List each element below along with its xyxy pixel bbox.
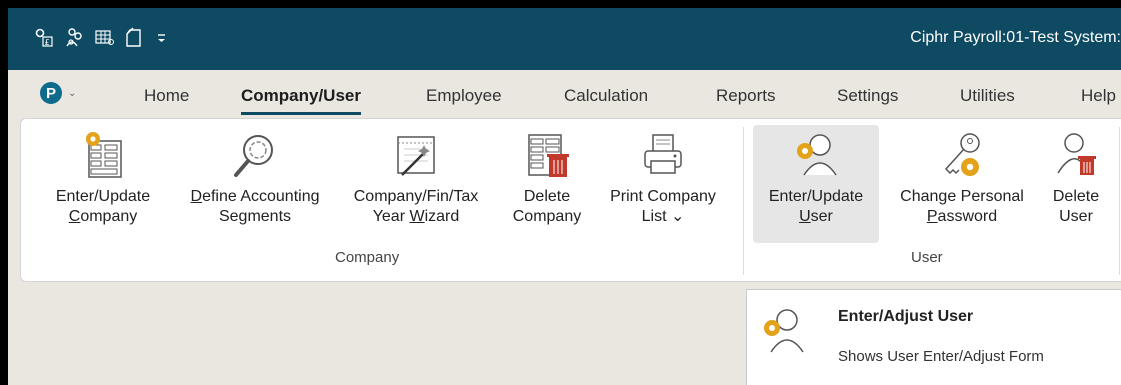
- payroll-settings-icon[interactable]: £: [34, 26, 54, 48]
- gear-user-icon: [764, 309, 804, 353]
- tab-reports[interactable]: Reports: [716, 86, 776, 106]
- tab-utilities[interactable]: Utilities: [960, 86, 1015, 106]
- group-separator: [743, 127, 744, 275]
- wizard-icon: [397, 136, 435, 176]
- delete-table-icon: [528, 134, 569, 177]
- gear-table-icon: [86, 132, 122, 178]
- delete-user-button[interactable]: Delete User: [1045, 129, 1107, 227]
- title-bar: £ Ciphr Payroll:01-Test System:: [8, 8, 1121, 70]
- change-personal-password-button[interactable]: Change Personal Password: [883, 129, 1041, 227]
- tab-help[interactable]: Help: [1081, 86, 1116, 106]
- users-icon[interactable]: [65, 26, 85, 48]
- company-group-label: Company: [335, 249, 400, 266]
- define-accounting-segments-button[interactable]: Define Accounting Segments: [171, 129, 339, 227]
- tooltip-description: Shows User Enter/Adjust Form: [838, 348, 1044, 365]
- delete-company-button[interactable]: Delete Company: [507, 129, 587, 227]
- tab-home[interactable]: Home: [144, 86, 189, 106]
- printer-icon: [644, 134, 682, 174]
- gear-user-icon: [797, 134, 837, 176]
- user-group-label: User: [911, 249, 943, 266]
- app-menu-button[interactable]: P ⌄: [40, 80, 88, 106]
- chevron-down-icon: ⌄: [670, 208, 685, 225]
- new-document-icon[interactable]: [124, 26, 144, 48]
- tooltip-title: Enter/Adjust User: [838, 308, 974, 325]
- enter-update-company-button[interactable]: Enter/Update Company: [37, 129, 169, 227]
- magnifier-icon: [234, 135, 273, 177]
- print-company-list-button[interactable]: Print Company List ⌄: [595, 129, 731, 227]
- ribbon-tab-row: P ⌄ Home Company/User Employee Calculati…: [8, 70, 1121, 118]
- ribbon-panel: Enter/Update Company Define Accounting S…: [20, 118, 1121, 282]
- chevron-down-icon: ⌄: [68, 87, 77, 99]
- delete-user-icon: [1057, 133, 1096, 175]
- customize-arrow-icon[interactable]: [152, 26, 172, 48]
- window-title: Ciphr Payroll:01-Test System:: [910, 29, 1121, 46]
- tab-settings[interactable]: Settings: [837, 86, 898, 106]
- tooltip-popup: Enter/Adjust User Shows User Enter/Adjus…: [746, 289, 1121, 385]
- tab-calculation[interactable]: Calculation: [564, 86, 648, 106]
- group-separator: [1119, 127, 1120, 275]
- app-logo-icon: P: [40, 82, 62, 104]
- enter-update-user-button[interactable]: Enter/Update User: [753, 125, 879, 243]
- tab-company-user[interactable]: Company/User: [241, 86, 361, 115]
- key-gear-icon: [944, 133, 980, 176]
- tab-employee[interactable]: Employee: [426, 86, 502, 106]
- grid-icon[interactable]: [94, 26, 114, 48]
- company-fin-tax-year-wizard-button[interactable]: Company/Fin/Tax Year Wizard: [341, 129, 491, 227]
- app-window: £ Ciphr Payroll:01-Test System: P ⌄ Home…: [8, 8, 1121, 385]
- svg-text:£: £: [45, 38, 50, 47]
